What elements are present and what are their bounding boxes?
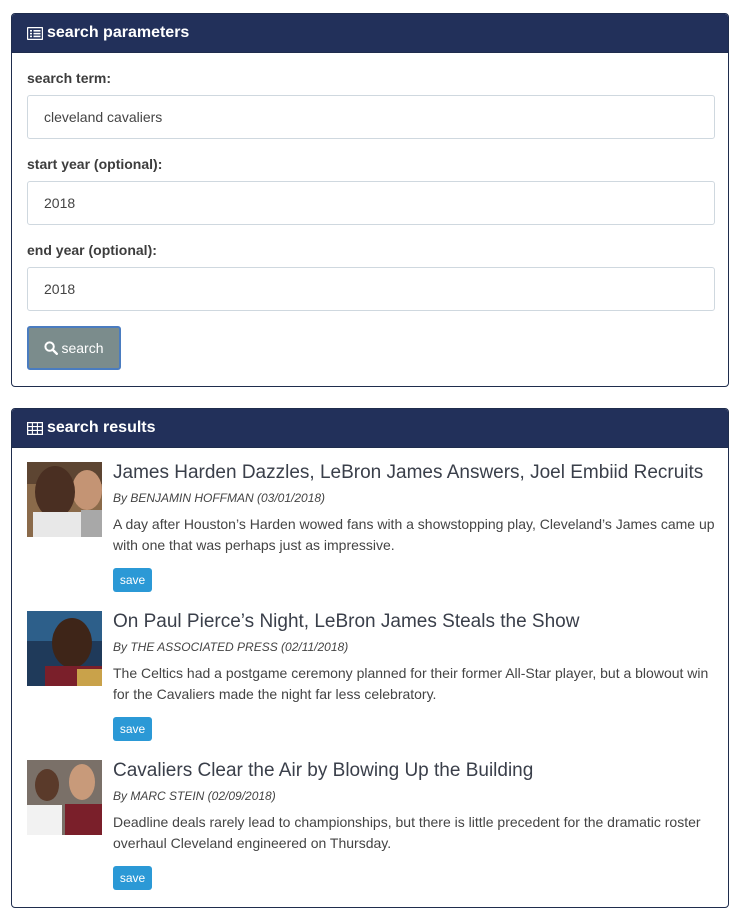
result-snippet: A day after Houston’s Harden wowed fans … [113, 516, 715, 553]
result-item: James Harden Dazzles, LeBron James Answe… [27, 462, 717, 602]
result-snippet: The Celtics had a postgame ceremony plan… [113, 665, 709, 702]
result-byline: By BENJAMIN HOFFMAN (03/01/2018) [113, 491, 326, 505]
search-results-header: search results [12, 409, 728, 448]
search-button-label: search [61, 340, 104, 356]
result-thumbnail [27, 462, 102, 537]
search-icon [44, 341, 59, 355]
result-item: Cavaliers Clear the Air by Blowing Up th… [27, 760, 717, 900]
result-item: On Paul Pierce’s Night, LeBron James Ste… [27, 611, 717, 751]
panel-title: search parameters [47, 24, 190, 41]
end-year-label: end year (optional): [27, 242, 157, 258]
result-byline: By MARC STEIN (02/09/2018) [113, 789, 276, 803]
result-thumbnail [27, 611, 102, 686]
start-year-input[interactable] [27, 181, 715, 225]
result-thumbnail [27, 760, 102, 835]
result-byline: By THE ASSOCIATED PRESS (02/11/2018) [113, 640, 349, 654]
search-term-label: search term: [27, 70, 112, 86]
result-title[interactable]: James Harden Dazzles, LeBron James Answe… [113, 462, 703, 484]
end-year-input[interactable] [27, 267, 715, 311]
table-icon [27, 421, 43, 435]
search-parameters-header: search parameters [12, 14, 728, 53]
panel-title: search results [47, 419, 156, 436]
search-parameters-panel: search parameters search term: start yea… [11, 13, 729, 387]
save-button[interactable]: save [113, 568, 152, 592]
save-button[interactable]: save [113, 866, 152, 890]
list-icon [27, 26, 43, 40]
search-button[interactable]: search [27, 326, 121, 370]
result-title[interactable]: Cavaliers Clear the Air by Blowing Up th… [113, 760, 533, 782]
search-term-input[interactable] [27, 95, 715, 139]
save-button[interactable]: save [113, 717, 152, 741]
result-snippet: Deadline deals rarely lead to championsh… [113, 814, 701, 851]
result-title[interactable]: On Paul Pierce’s Night, LeBron James Ste… [113, 611, 579, 633]
search-results-panel: search results James Harden Dazzles, LeB… [11, 408, 729, 908]
start-year-label: start year (optional): [27, 156, 163, 172]
